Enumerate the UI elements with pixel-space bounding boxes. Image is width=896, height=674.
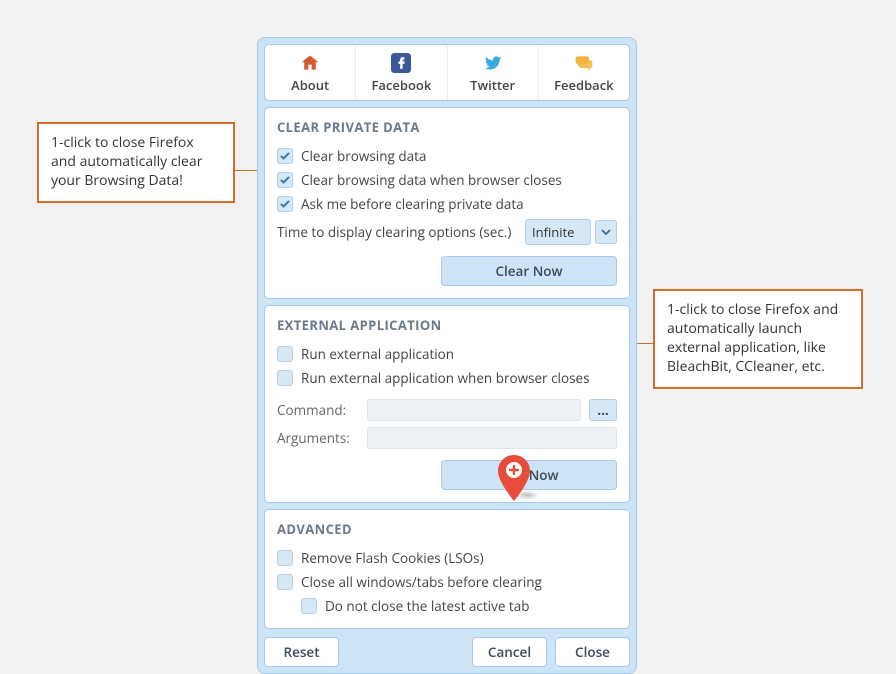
checkbox-clear-browsing[interactable] <box>277 148 293 164</box>
browse-command-button[interactable]: ... <box>589 399 617 421</box>
label-time-to-display: Time to display clearing options (sec.) <box>277 223 511 241</box>
dropdown-time-button[interactable] <box>595 220 617 244</box>
label-close-all: Close all windows/tabs before clearing <box>301 573 542 591</box>
checkbox-clear-on-close[interactable] <box>277 172 293 188</box>
input-command[interactable] <box>367 399 581 421</box>
panel-external-title: EXTERNAL APPLICATION <box>277 316 617 334</box>
settings-dialog: About Facebook Twitter Feedback CLEAR PR… <box>257 37 637 674</box>
home-icon <box>300 53 320 73</box>
input-arguments[interactable] <box>367 427 617 449</box>
label-run-external-on-close: Run external application when browser cl… <box>301 369 590 387</box>
label-clear-on-close: Clear browsing data when browser closes <box>301 171 562 189</box>
tab-twitter-label: Twitter <box>470 76 515 94</box>
run-now-button[interactable]: Run Now <box>441 460 617 490</box>
checkbox-remove-lso[interactable] <box>277 550 293 566</box>
tab-twitter[interactable]: Twitter <box>447 45 538 100</box>
checkbox-keep-active-tab[interactable] <box>301 598 317 614</box>
check-icon <box>280 151 290 161</box>
cancel-button[interactable]: Cancel <box>472 637 547 667</box>
checkbox-run-external-on-close[interactable] <box>277 370 293 386</box>
tab-about-label: About <box>291 76 329 94</box>
facebook-icon <box>391 53 411 73</box>
close-button[interactable]: Close <box>555 637 630 667</box>
reset-button[interactable]: Reset <box>264 637 339 667</box>
chevron-down-icon <box>601 229 611 235</box>
panel-clear-private-data: CLEAR PRIVATE DATA Clear browsing data C… <box>264 107 630 299</box>
dialog-footer: Reset Cancel Close <box>264 635 630 667</box>
panel-advanced-title: ADVANCED <box>277 520 617 538</box>
label-remove-lso: Remove Flash Cookies (LSOs) <box>301 549 484 567</box>
checkbox-close-all[interactable] <box>277 574 293 590</box>
panel-advanced: ADVANCED Remove Flash Cookies (LSOs) Clo… <box>264 509 630 629</box>
clear-now-button[interactable]: Clear Now <box>441 256 617 286</box>
tab-bar: About Facebook Twitter Feedback <box>264 44 630 101</box>
label-run-external: Run external application <box>301 345 454 363</box>
panel-clear-title: CLEAR PRIVATE DATA <box>277 118 617 136</box>
tab-about[interactable]: About <box>265 45 355 100</box>
checkbox-run-external[interactable] <box>277 346 293 362</box>
check-icon <box>280 175 290 185</box>
label-clear-browsing: Clear browsing data <box>301 147 426 165</box>
callout-right: 1-click to close Firefox and automatical… <box>653 289 863 389</box>
label-ask-before: Ask me before clearing private data <box>301 195 524 213</box>
panel-external-application: EXTERNAL APPLICATION Run external applic… <box>264 305 630 503</box>
label-arguments: Arguments: <box>277 429 359 447</box>
callout-left: 1-click to close Firefox and automatical… <box>37 122 235 203</box>
label-command: Command: <box>277 401 359 419</box>
tab-feedback[interactable]: Feedback <box>538 45 629 100</box>
check-icon <box>280 199 290 209</box>
checkbox-ask-before[interactable] <box>277 196 293 212</box>
tab-facebook-label: Facebook <box>371 76 431 94</box>
dropdown-time-value[interactable]: Infinite <box>525 219 591 245</box>
tab-facebook[interactable]: Facebook <box>355 45 446 100</box>
tab-feedback-label: Feedback <box>554 76 614 94</box>
feedback-icon <box>574 53 594 73</box>
label-keep-active-tab: Do not close the latest active tab <box>325 597 529 615</box>
twitter-icon <box>483 53 503 73</box>
